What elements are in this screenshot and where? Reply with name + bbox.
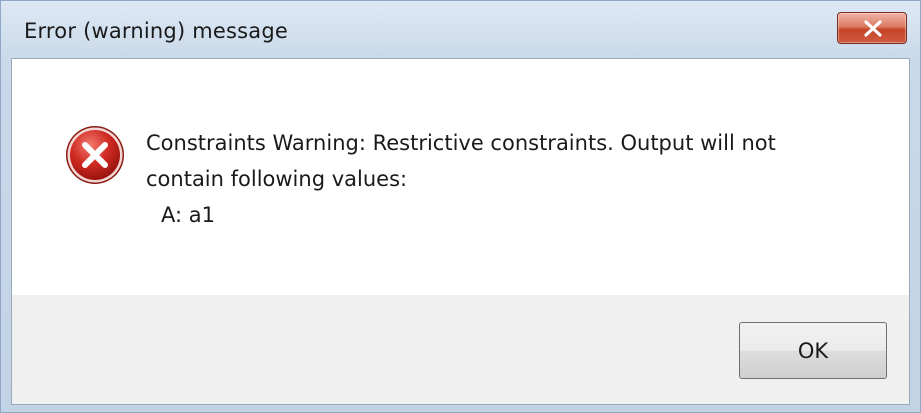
- message-area: Constraints Warning: Restrictive constra…: [12, 59, 909, 295]
- button-bar: OK: [12, 295, 909, 404]
- message-line-1: Constraints Warning: Restrictive constra…: [146, 131, 776, 155]
- close-x-icon: [864, 20, 882, 37]
- window-title: Error (warning) message: [24, 19, 288, 43]
- close-button[interactable]: [837, 12, 907, 44]
- ok-button[interactable]: OK: [739, 322, 887, 379]
- dialog-window: Error (warning) message Constraints Warn…: [0, 0, 921, 413]
- message-line-2: contain following values:: [146, 167, 408, 191]
- title-bar[interactable]: Error (warning) message: [1, 1, 920, 57]
- warning-message: Constraints Warning: Restrictive constra…: [146, 125, 886, 233]
- error-icon: [66, 126, 124, 184]
- excluded-value: A: a1: [161, 203, 215, 227]
- dialog-client-area: Constraints Warning: Restrictive constra…: [11, 58, 910, 405]
